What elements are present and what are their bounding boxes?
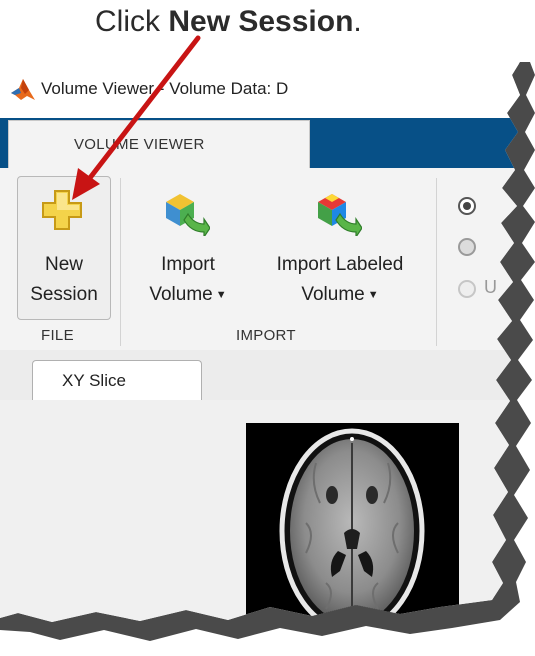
callout-arrow (72, 35, 201, 200)
